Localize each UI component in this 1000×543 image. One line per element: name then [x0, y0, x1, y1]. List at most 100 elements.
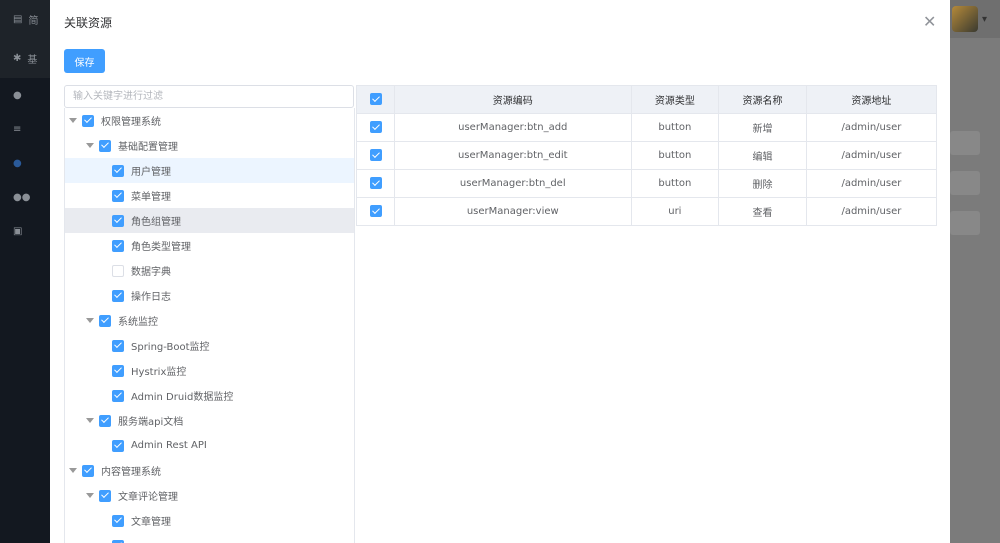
node-checkbox[interactable] — [99, 139, 111, 152]
node-label: 服务端api文档 — [118, 417, 184, 428]
table-cell: /admin/user — [805, 113, 938, 142]
tree-node[interactable]: Admin Rest API — [65, 433, 354, 458]
caret-down-icon[interactable] — [86, 143, 94, 148]
tree-node[interactable]: 服务端api文档 — [65, 408, 354, 433]
tree-node[interactable]: 文章评论管理 — [65, 483, 354, 508]
caret-down-icon[interactable] — [69, 118, 77, 123]
tree-node[interactable]: 系统监控 — [65, 308, 354, 333]
tree-node[interactable]: Hystrix监控 — [65, 358, 354, 383]
node-checkbox[interactable] — [112, 164, 124, 177]
tree-node[interactable]: Spring-Boot监控 — [65, 333, 354, 358]
node-checkbox[interactable] — [99, 414, 111, 427]
node-checkbox[interactable] — [82, 114, 94, 127]
tree-node[interactable]: 操作日志 — [65, 283, 354, 308]
table-row: userManager:btn_add button 新增/admin/user — [356, 113, 938, 142]
node-label: 文章管理 — [131, 517, 171, 528]
tree-node[interactable]: 内容管理系统 — [65, 458, 354, 483]
node-label: 操作日志 — [131, 292, 171, 303]
node-checkbox[interactable] — [112, 364, 124, 377]
caret-down-icon[interactable] — [86, 493, 94, 498]
node-checkbox[interactable] — [99, 489, 111, 502]
gear-icon: ✱ — [13, 52, 22, 64]
table-cell: button — [630, 141, 720, 170]
document-icon: ▤ — [13, 13, 23, 25]
background-content: ▾ — [950, 0, 1000, 543]
table-cell: /admin/user — [805, 169, 938, 198]
table-cell: userManager:btn_add — [394, 113, 632, 142]
node-checkbox[interactable] — [82, 464, 94, 477]
node-checkbox[interactable] — [112, 339, 124, 352]
row-checkbox[interactable] — [369, 177, 382, 190]
table-cell: button — [630, 169, 720, 198]
node-checkbox[interactable] — [112, 214, 124, 227]
node-checkbox[interactable] — [112, 189, 124, 202]
node-checkbox[interactable] — [112, 514, 124, 527]
resource-tree: 权限管理系统基础配置管理用户管理菜单管理角色组管理角色类型管理数据字典操作日志系… — [64, 108, 355, 543]
tree-node[interactable]: Admin Druid数据监控 — [65, 383, 354, 408]
node-checkbox[interactable] — [99, 314, 111, 327]
node-checkbox[interactable] — [112, 439, 124, 452]
caret-down-icon[interactable] — [69, 468, 77, 473]
table-cell: /admin/user — [805, 197, 938, 226]
node-label: Spring-Boot监控 — [131, 342, 210, 353]
list-icon: ≡ — [13, 123, 22, 135]
table-row: userManager:view uri 查看/admin/user — [356, 197, 938, 226]
sidebar-item: ✱ 基 — [13, 52, 38, 66]
node-label: 用户管理 — [131, 167, 171, 178]
avatar — [952, 6, 978, 32]
row-checkbox[interactable] — [369, 205, 382, 218]
close-icon[interactable]: ✕ — [923, 12, 936, 31]
tree-node[interactable]: 角色组管理 — [65, 208, 354, 233]
column-header: 资源编码 — [394, 85, 632, 114]
table-cell: userManager:btn_edit — [394, 141, 632, 170]
tree-node[interactable]: 菜单管理 — [65, 183, 354, 208]
tree-node[interactable]: 角色类型管理 — [65, 233, 354, 258]
node-label: Admin Druid数据监控 — [131, 392, 234, 403]
table-cell: userManager:view — [394, 197, 632, 226]
group-icon: ●● — [13, 191, 31, 203]
save-button[interactable]: 保存 — [64, 49, 105, 73]
tree-node[interactable]: 基础配置管理 — [65, 133, 354, 158]
node-label: Admin Rest API — [131, 440, 207, 451]
node-label: 数据字典 — [131, 267, 171, 278]
column-header: 资源类型 — [630, 85, 720, 114]
node-checkbox[interactable] — [112, 539, 124, 543]
user-icon: ● — [13, 89, 22, 101]
table-cell: userManager:btn_del — [394, 169, 632, 198]
dict-icon: ▣ — [13, 225, 23, 237]
table-cell: 删除 — [718, 169, 807, 198]
background-sidebar: ▤ 简 ✱ 基 ● ≡ ● ●● ▣ — [0, 0, 50, 543]
caret-down-icon[interactable] — [86, 418, 94, 423]
tree-node[interactable]: 用户管理 — [65, 158, 354, 183]
node-label: Hystrix监控 — [131, 367, 187, 378]
node-label: 内容管理系统 — [101, 467, 161, 478]
table-row: userManager:btn_del button 删除/admin/user — [356, 169, 938, 198]
caret-down-icon[interactable] — [86, 318, 94, 323]
row-checkbox[interactable] — [369, 149, 382, 162]
node-checkbox[interactable] — [112, 389, 124, 402]
column-header: 资源名称 — [718, 85, 807, 114]
row-checkbox[interactable] — [369, 121, 382, 134]
node-checkbox[interactable] — [112, 289, 124, 302]
filter-input[interactable] — [64, 85, 354, 108]
node-label: 文章评论管理 — [118, 492, 178, 503]
table-cell: 查看 — [718, 197, 807, 226]
table-cell: 编辑 — [718, 141, 807, 170]
sidebar-item: ▤ 简 — [13, 13, 39, 27]
node-label: 菜单管理 — [131, 192, 171, 203]
node-checkbox[interactable] — [112, 264, 124, 277]
tree-node[interactable] — [65, 533, 354, 543]
node-label: 权限管理系统 — [101, 117, 161, 128]
table-row: userManager:btn_edit button 编辑/admin/user — [356, 141, 938, 170]
tree-node[interactable]: 数据字典 — [65, 258, 354, 283]
node-label: 角色组管理 — [131, 217, 181, 228]
select-all-checkbox[interactable] — [369, 93, 382, 106]
role-icon: ● — [13, 157, 22, 169]
table-cell: 新增 — [718, 113, 807, 142]
tree-node[interactable]: 权限管理系统 — [65, 108, 354, 133]
dialog-title: 关联资源 — [64, 16, 113, 30]
associate-resources-dialog: 关联资源 ✕ 保存 权限管理系统基础配置管理用户管理菜单管理角色组管理角色类型管… — [50, 0, 950, 543]
node-checkbox[interactable] — [112, 239, 124, 252]
tree-node[interactable]: 文章管理 — [65, 508, 354, 533]
chevron-down-icon: ▾ — [982, 13, 988, 25]
